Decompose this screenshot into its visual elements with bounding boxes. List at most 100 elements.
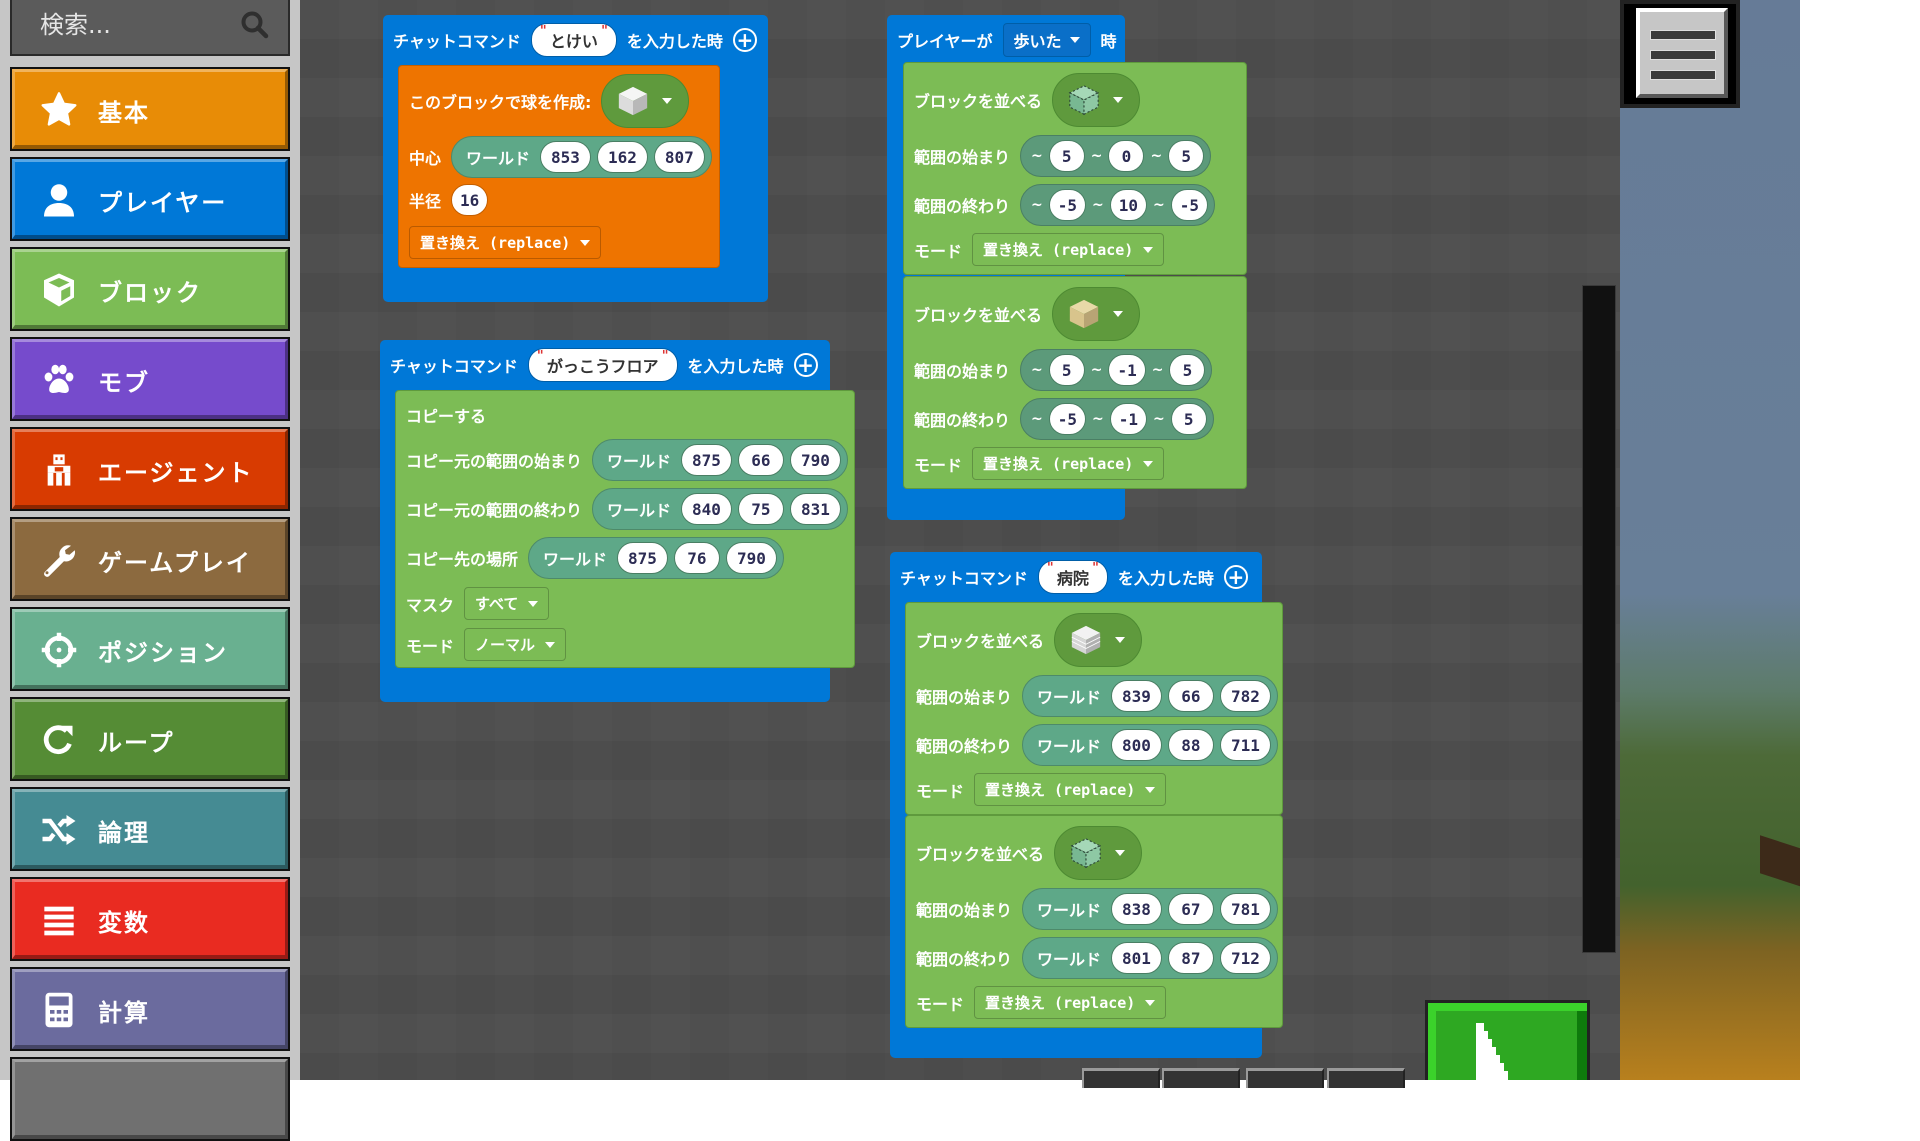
coord-x-input[interactable]: 5	[1048, 140, 1085, 172]
fill-block-1[interactable]: ブロックを並べる 範囲の始まり ワールド 839 66 782 範囲の終わり ワ…	[905, 602, 1283, 815]
fill-block-2[interactable]: ブロックを並べる 範囲の始まり ワールド 838 67 781 範囲の終わり ワ…	[905, 815, 1283, 1028]
coord-y-input[interactable]: 10	[1109, 189, 1148, 221]
block-picker[interactable]	[1052, 73, 1141, 127]
category-player[interactable]: プレイヤー	[10, 157, 290, 241]
block-picker[interactable]	[1054, 613, 1143, 667]
mode-dropdown[interactable]: 置き換え (replace)	[972, 447, 1165, 480]
world-position[interactable]: ワールド 801 87 712	[1022, 937, 1278, 979]
coord-y-input[interactable]: -1	[1109, 403, 1148, 435]
search-input[interactable]	[12, 0, 232, 54]
mode-dropdown[interactable]: ノーマル	[464, 628, 567, 661]
run-button[interactable]	[1425, 1000, 1590, 1083]
sphere-block[interactable]: このブロックで球を作成: 中心 ワールド 853 162 807 半径 16 置…	[398, 65, 720, 268]
category-blocks[interactable]: ブロック	[10, 247, 290, 331]
world-position[interactable]: ワールド 840 75 831	[592, 488, 848, 530]
coord-y-input[interactable]: 87	[1167, 942, 1214, 974]
fill-block-2[interactable]: ブロックを並べる 範囲の始まり ~ 5 ~ -1 ~ 5 範囲の終わり ~ -5…	[903, 276, 1247, 489]
world-position[interactable]: ワールド 875 76 790	[528, 537, 784, 579]
coord-x-input[interactable]: -5	[1048, 189, 1087, 221]
workspace-scrollbar[interactable]	[1582, 285, 1616, 953]
coord-x-input[interactable]: 800	[1111, 729, 1162, 761]
coord-x-input[interactable]: 875	[617, 542, 668, 574]
toolbar-tab[interactable]	[1082, 1068, 1160, 1088]
world-position[interactable]: ワールド 875 66 790	[592, 439, 848, 481]
command-name-input[interactable]: がっこうフロア	[527, 348, 678, 382]
coord-x-input[interactable]: 839	[1111, 680, 1162, 712]
coord-x-input[interactable]: 801	[1111, 942, 1162, 974]
search-box[interactable]	[10, 0, 290, 56]
coord-y-input[interactable]: 76	[673, 542, 720, 574]
radius-input[interactable]: 16	[451, 184, 489, 216]
category-mobs[interactable]: モブ	[10, 337, 290, 421]
coord-z-input[interactable]: 712	[1219, 942, 1271, 974]
relative-position[interactable]: ~ -5 ~ 10 ~ -5	[1020, 184, 1216, 226]
category-agent[interactable]: エージェント	[10, 427, 290, 511]
coord-y-input[interactable]: 66	[737, 444, 784, 476]
category-math[interactable]: 計算	[10, 967, 290, 1051]
mode-dropdown[interactable]: 置き換え (replace)	[974, 773, 1167, 806]
coord-z-input[interactable]: 781	[1219, 893, 1271, 925]
world-position[interactable]: ワールド 853 162 807	[451, 136, 712, 178]
coord-x-input[interactable]: 5	[1048, 354, 1085, 386]
category-loops[interactable]: ループ	[10, 697, 290, 781]
coord-z-input[interactable]: 831	[789, 493, 841, 525]
coord-y-input[interactable]: 75	[737, 493, 784, 525]
paw-icon	[40, 361, 78, 399]
coord-z-input[interactable]: 5	[1168, 140, 1205, 172]
coord-z-input[interactable]: 782	[1219, 680, 1271, 712]
category-more[interactable]	[10, 1057, 290, 1141]
coord-y-input[interactable]: 88	[1167, 729, 1214, 761]
toolbar-tab[interactable]	[1246, 1068, 1324, 1088]
add-parameter-icon[interactable]: +	[1223, 565, 1248, 589]
add-parameter-icon[interactable]: +	[732, 28, 757, 52]
coord-x-input[interactable]: 840	[681, 493, 732, 525]
mode-value: ノーマル	[475, 636, 536, 654]
coord-x-input[interactable]: 838	[1111, 893, 1162, 925]
coord-y-input[interactable]: 0	[1108, 140, 1145, 172]
command-name-input[interactable]: 病院	[1037, 560, 1108, 594]
search-icon[interactable]	[240, 10, 270, 40]
world-position[interactable]: ワールド 800 88 711	[1022, 724, 1278, 766]
mask-dropdown[interactable]: すべて	[464, 587, 550, 620]
category-basic[interactable]: 基本	[10, 67, 290, 151]
coord-x-input[interactable]: -5	[1048, 403, 1087, 435]
category-logic[interactable]: 論理	[10, 787, 290, 871]
world-position[interactable]: ワールド 839 66 782	[1022, 675, 1278, 717]
movement-dropdown[interactable]: 歩いた	[1002, 23, 1091, 57]
mode-dropdown[interactable]: 置き換え (replace)	[974, 986, 1167, 1019]
mode-label: モード	[914, 241, 963, 261]
toolbar-tab[interactable]	[1162, 1068, 1240, 1088]
category-variables[interactable]: 変数	[10, 877, 290, 961]
mode-dropdown[interactable]: 置き換え (replace)	[972, 233, 1165, 266]
coord-y-input[interactable]: 67	[1167, 893, 1214, 925]
block-picker[interactable]	[601, 74, 690, 128]
coord-z-input[interactable]: 807	[653, 141, 705, 173]
coord-z-input[interactable]: 711	[1219, 729, 1271, 761]
coord-z-input[interactable]: 790	[789, 444, 841, 476]
category-positions[interactable]: ポジション	[10, 607, 290, 691]
coord-z-input[interactable]: 790	[725, 542, 777, 574]
coord-y-input[interactable]: -1	[1108, 354, 1146, 386]
add-parameter-icon[interactable]: +	[793, 353, 818, 377]
menu-button[interactable]	[1620, 0, 1740, 108]
loop-icon	[40, 721, 78, 759]
relative-position[interactable]: ~ 5 ~ -1 ~ 5	[1020, 349, 1213, 391]
coord-z-input[interactable]: 5	[1170, 403, 1207, 435]
fill-block-1[interactable]: ブロックを並べる 範囲の始まり ~ 5 ~ 0 ~ 5 範囲の終わり ~ -5 …	[903, 62, 1247, 275]
coord-x-input[interactable]: 875	[681, 444, 732, 476]
relative-position[interactable]: ~ 5 ~ 0 ~ 5	[1020, 135, 1212, 177]
coord-z-input[interactable]: 5	[1169, 354, 1206, 386]
command-name-input[interactable]: とけい	[530, 23, 617, 57]
clone-block[interactable]: コピーする コピー元の範囲の始まり ワールド 875 66 790 コピー元の範…	[395, 390, 855, 668]
relative-position[interactable]: ~ -5 ~ -1 ~ 5	[1020, 398, 1214, 440]
block-picker[interactable]	[1052, 287, 1141, 341]
coord-y-input[interactable]: 162	[596, 141, 648, 173]
mode-dropdown[interactable]: 置き換え (replace)	[409, 226, 602, 259]
block-picker[interactable]	[1054, 826, 1143, 880]
category-gameplay[interactable]: ゲームプレイ	[10, 517, 290, 601]
coord-z-input[interactable]: -5	[1170, 189, 1209, 221]
coord-x-input[interactable]: 853	[540, 141, 591, 173]
world-position[interactable]: ワールド 838 67 781	[1022, 888, 1278, 930]
coord-y-input[interactable]: 66	[1167, 680, 1214, 712]
toolbar-tab[interactable]	[1327, 1068, 1405, 1088]
